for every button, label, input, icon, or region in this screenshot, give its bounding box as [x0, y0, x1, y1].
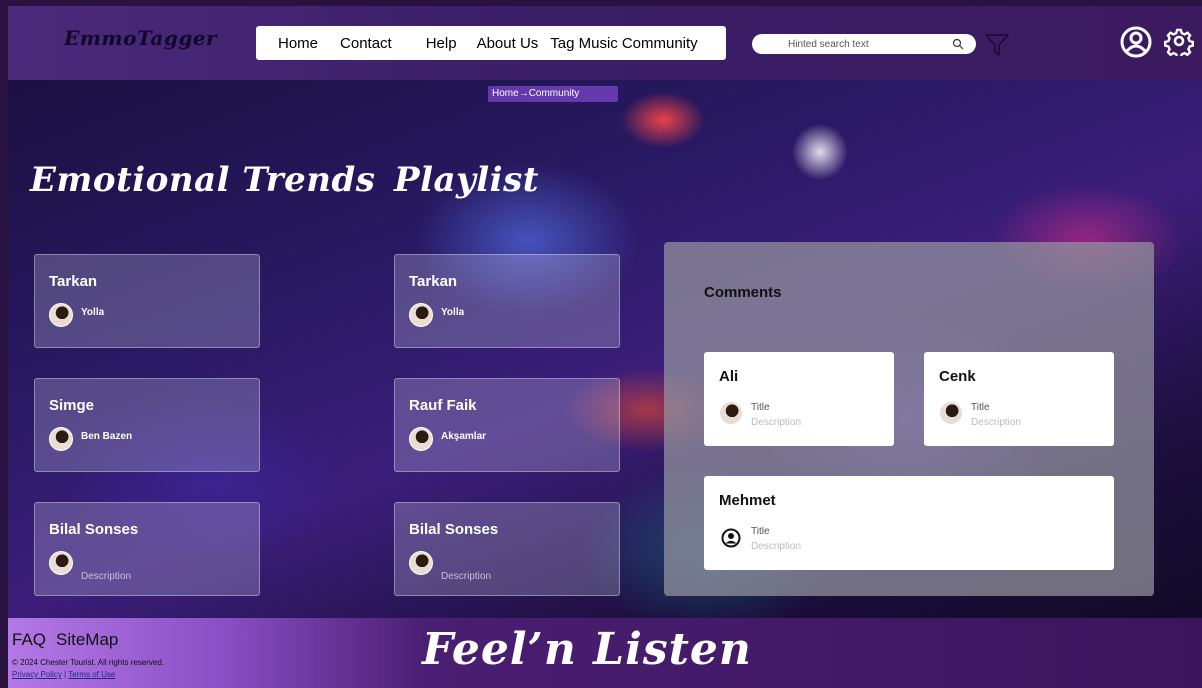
- comment-title: Title: [971, 402, 990, 413]
- nav-contact[interactable]: Contact: [340, 35, 392, 52]
- avatar: [49, 427, 73, 451]
- trend-artist: Simge: [49, 397, 95, 414]
- comment-card[interactable]: Cenk Title Description: [924, 352, 1114, 446]
- nav-help[interactable]: Help: [426, 35, 457, 52]
- user-profile-icon[interactable]: [1120, 26, 1152, 58]
- search-input[interactable]: Hinted search text: [788, 39, 952, 50]
- avatar: [409, 303, 433, 327]
- playlist-card[interactable]: Rauf Faik Akşamlar: [394, 378, 620, 472]
- trend-song: Yolla: [81, 307, 105, 318]
- trend-artist: Bilal Sonses: [49, 521, 139, 538]
- breadcrumb-arrow-icon: →: [518, 88, 529, 99]
- playlist-artist: Tarkan: [409, 273, 458, 290]
- copyright-text: © 2024 Chester Tourist. All rights reser…: [12, 658, 165, 667]
- footer: FAQ SiteMap © 2024 Chester Tourist. All r…: [8, 618, 1202, 688]
- footer-links: FAQ SiteMap: [12, 630, 128, 650]
- playlist-song: Akşamlar: [441, 431, 487, 442]
- comment-title: Title: [751, 402, 770, 413]
- emotional-trends-title: Emotional Trends: [30, 160, 376, 200]
- header-bar: EmmoTagger Home Contact Help About Us Ta…: [8, 6, 1202, 80]
- comment-title: Title: [751, 526, 770, 537]
- settings-gear-icon[interactable]: [1164, 26, 1194, 59]
- comment-card[interactable]: Ali Title Description: [704, 352, 894, 446]
- app-logo[interactable]: EmmoTagger: [64, 26, 217, 50]
- playlist-title: Playlist: [394, 160, 539, 200]
- comment-author: Mehmet: [719, 492, 776, 509]
- playlist-song: Yolla: [441, 307, 465, 318]
- breadcrumb-current: Community: [528, 88, 580, 99]
- avatar: [409, 427, 433, 451]
- user-avatar-icon: [721, 528, 741, 548]
- playlist-artist: Rauf Faik: [409, 397, 477, 414]
- search-icon[interactable]: [952, 38, 964, 50]
- comment-description: Description: [751, 541, 802, 552]
- avatar: [49, 303, 73, 327]
- trend-card[interactable]: Tarkan Yolla: [34, 254, 260, 348]
- legal-separator: |: [64, 670, 67, 679]
- breadcrumb-home[interactable]: Home: [492, 88, 519, 99]
- trend-card[interactable]: Simge Ben Bazen: [34, 378, 260, 472]
- faq-link[interactable]: FAQ: [12, 630, 46, 649]
- breadcrumb: Home→Community: [488, 86, 618, 102]
- footer-slogan: Feel’n Listen: [422, 624, 752, 675]
- playlist-card[interactable]: Bilal Sonses Description: [394, 502, 620, 596]
- avatar: [720, 402, 742, 424]
- comments-panel: Comments Ali Title Description Cenk Titl…: [664, 242, 1154, 596]
- playlist-card[interactable]: Tarkan Yolla: [394, 254, 620, 348]
- legal-links: Privacy Policy | Terms of Use: [12, 670, 115, 679]
- sitemap-link[interactable]: SiteMap: [56, 630, 118, 649]
- nav-home[interactable]: Home: [278, 35, 318, 52]
- comment-author: Ali: [719, 368, 739, 385]
- playlist-artist: Bilal Sonses: [409, 521, 499, 538]
- trend-song: Ben Bazen: [81, 431, 133, 442]
- search-bar[interactable]: Hinted search text: [752, 34, 976, 54]
- avatar: [409, 551, 433, 575]
- comment-card[interactable]: Mehmet Title Description: [704, 476, 1114, 570]
- avatar: [940, 402, 962, 424]
- filter-icon[interactable]: [984, 32, 1010, 58]
- comments-title: Comments: [704, 284, 782, 301]
- playlist-description: Description: [441, 571, 492, 582]
- comment-description: Description: [751, 417, 802, 428]
- nav-about-us[interactable]: About Us: [477, 35, 539, 52]
- nav-tag-music[interactable]: Tag Music: [550, 35, 618, 52]
- trend-card[interactable]: Bilal Sonses Description: [34, 502, 260, 596]
- avatar: [49, 551, 73, 575]
- trend-artist: Tarkan: [49, 273, 98, 290]
- nav-community[interactable]: Community: [622, 35, 698, 52]
- comment-author: Cenk: [939, 368, 976, 385]
- main-nav: Home Contact Help About Us Tag Music Com…: [256, 26, 726, 60]
- terms-of-use-link[interactable]: Terms of Use: [68, 670, 115, 679]
- privacy-policy-link[interactable]: Privacy Policy: [12, 670, 62, 679]
- comment-description: Description: [971, 417, 1022, 428]
- trend-description: Description: [81, 571, 132, 582]
